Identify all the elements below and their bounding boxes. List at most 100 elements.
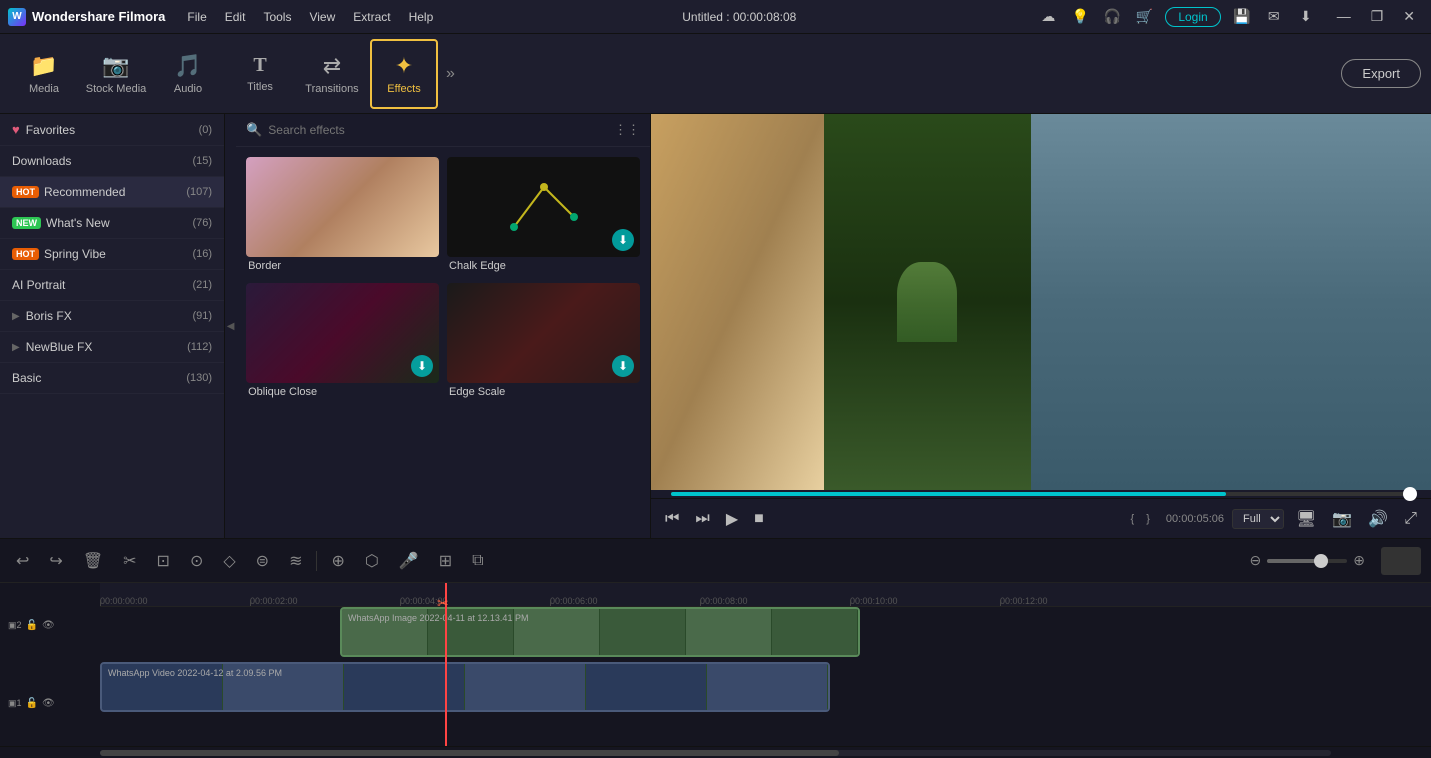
zoom-out-icon[interactable]: ⊖ <box>1250 552 1262 569</box>
mail-icon[interactable]: ✉ <box>1263 6 1285 28</box>
menu-edit[interactable]: Edit <box>217 8 254 26</box>
keyframe-button[interactable]: ◇ <box>217 549 241 573</box>
menu-help[interactable]: Help <box>401 8 442 26</box>
horizontal-scrollbar[interactable] <box>0 746 1431 758</box>
snap-button[interactable]: ⊕ <box>325 549 350 573</box>
logo-icon: W <box>8 8 26 26</box>
scroll-thumb[interactable] <box>100 750 839 756</box>
cloud-icon[interactable]: ☁ <box>1037 6 1059 28</box>
toolbar-titles[interactable]: T Titles <box>226 39 294 109</box>
menu-tools[interactable]: Tools <box>255 8 299 26</box>
save-icon[interactable]: 💾 <box>1231 6 1253 28</box>
panel-item-favorites[interactable]: ♥ Favorites (0) <box>0 114 224 146</box>
download-oblique-icon[interactable]: ⬇ <box>411 355 433 377</box>
image-track[interactable]: WhatsApp Image 2022-04-11 at 12.13.41 PM <box>340 607 860 657</box>
quality-select[interactable]: Full <box>1232 509 1284 529</box>
shield-button[interactable]: ⬡ <box>359 549 385 573</box>
menu-extract[interactable]: Extract <box>345 8 398 26</box>
menu-file[interactable]: File <box>179 8 214 26</box>
screen-icon[interactable]: 🖥 <box>1292 507 1320 531</box>
menu-view[interactable]: View <box>301 8 343 26</box>
toolbar-audio[interactable]: 🎵 Audio <box>154 39 222 109</box>
bracket-right-icon: } <box>1146 513 1150 525</box>
zoom-track[interactable] <box>1267 559 1347 563</box>
play-button[interactable]: ▶ <box>722 507 742 531</box>
pip-button[interactable]: ⧉ <box>466 550 489 572</box>
timeline: ↩ ↪ 🗑 ✂ ⊡ ⊙ ◇ ⊜ ≋ ⊕ ⬡ 🎤 ⊞ ⧉ ⊖ ⊕ ▣2 🔓 <box>0 538 1431 758</box>
toolbar: 📁 Media 📷 Stock Media 🎵 Audio T Titles ⇄… <box>0 34 1431 114</box>
download-chalk-icon[interactable]: ⬇ <box>612 229 634 251</box>
lock-icon-2[interactable]: 🔓 <box>26 620 38 631</box>
zoom-in-icon[interactable]: ⊕ <box>1353 552 1365 569</box>
hot-badge-2: HOT <box>12 248 39 260</box>
panel-item-recommended[interactable]: HOT Recommended (107) <box>0 177 224 208</box>
ruler-tick-6: 00:00:06:00 <box>550 596 598 606</box>
redo-button[interactable]: ↪ <box>43 549 68 573</box>
panel-item-newblue-fx[interactable]: ▶ NewBlue FX (112) <box>0 332 224 363</box>
camera-icon[interactable]: 📷 <box>1328 507 1356 531</box>
favorites-count: (0) <box>199 124 212 136</box>
panel-item-downloads[interactable]: Downloads (15) <box>0 146 224 177</box>
ruler-tick-10: 00:00:10:00 <box>850 596 898 606</box>
whats-new-label: What's New <box>46 216 192 230</box>
maximize-button[interactable]: ❐ <box>1363 8 1392 25</box>
panel-item-ai-portrait[interactable]: AI Portrait (21) <box>0 270 224 301</box>
minimize-button[interactable]: — <box>1329 8 1359 25</box>
export-button[interactable]: Export <box>1341 59 1421 88</box>
panel-item-basic[interactable]: Basic (130) <box>0 363 224 394</box>
preview-playhead <box>1403 487 1417 501</box>
preview-progress-bar[interactable] <box>671 492 1411 496</box>
toolbar-media[interactable]: 📁 Media <box>10 39 78 109</box>
crop-button[interactable]: ⊡ <box>151 549 176 573</box>
panel-item-spring-vibe[interactable]: HOT Spring Vibe (16) <box>0 239 224 270</box>
search-input[interactable] <box>268 123 608 137</box>
scroll-track[interactable] <box>100 750 1331 756</box>
panel-item-boris-fx[interactable]: ▶ Boris FX (91) <box>0 301 224 332</box>
timeline-view-toggle[interactable] <box>1381 547 1421 575</box>
effect-card-border[interactable]: Border <box>246 157 439 275</box>
grid-view-icon[interactable]: ⋮⋮ <box>614 122 640 138</box>
waveform-button[interactable]: ≋ <box>283 549 308 573</box>
video-track[interactable]: WhatsApp Video 2022-04-12 at 2.09.56 PM <box>100 662 830 712</box>
panel-item-whats-new[interactable]: NEW What's New (76) <box>0 208 224 239</box>
skip-back-button[interactable]: ⏮ <box>661 508 683 530</box>
stop-button[interactable]: ■ <box>750 508 768 530</box>
fullscreen-icon[interactable]: ⤢ <box>1400 508 1421 530</box>
login-button[interactable]: Login <box>1165 7 1220 27</box>
layers-button[interactable]: ⊞ <box>433 549 458 573</box>
toolbar-more-arrow[interactable]: » <box>442 65 459 83</box>
close-button[interactable]: ✕ <box>1395 8 1423 25</box>
mic-button[interactable]: 🎤 <box>393 549 425 573</box>
bulb-icon[interactable]: 💡 <box>1069 6 1091 28</box>
download-icon[interactable]: ⬇ <box>1295 6 1317 28</box>
rotate-button[interactable]: ⊙ <box>184 549 209 573</box>
download-edge-icon[interactable]: ⬇ <box>612 355 634 377</box>
preview-center-scene <box>824 114 1031 490</box>
cart-icon[interactable]: 🛒 <box>1133 6 1155 28</box>
panel-collapse-btn[interactable]: ◀ <box>225 114 236 538</box>
toolbar-effects[interactable]: ✦ Effects <box>370 39 438 109</box>
delete-button[interactable]: 🗑 <box>77 549 109 573</box>
track-2-number: ▣2 <box>8 620 22 631</box>
playhead[interactable]: ✂ <box>445 583 447 746</box>
zoom-slider: ⊖ ⊕ <box>1250 552 1365 569</box>
lock-icon-1[interactable]: 🔓 <box>26 698 38 709</box>
step-back-button[interactable]: ⏭ <box>691 508 713 530</box>
toolbar-transitions[interactable]: ⇄ Transitions <box>298 39 366 109</box>
effect-card-chalk-edge[interactable]: ⬇ Chalk Edge <box>447 157 640 275</box>
eye-icon-1[interactable]: 👁 <box>42 698 55 709</box>
headphone-icon[interactable]: 🎧 <box>1101 6 1123 28</box>
menu-bar: File Edit Tools View Extract Help <box>179 8 441 26</box>
volume-icon[interactable]: 🔊 <box>1364 507 1392 531</box>
preview-right-scene <box>1031 114 1431 490</box>
audio-mix-button[interactable]: ⊜ <box>250 549 275 573</box>
ruler-tick-2: 00:00:02:00 <box>250 596 298 606</box>
eye-icon-2[interactable]: 👁 <box>42 620 55 631</box>
effect-card-edge-scale[interactable]: ⬇ Edge Scale <box>447 283 640 401</box>
cut-button[interactable]: ✂ <box>117 549 142 573</box>
effect-card-oblique[interactable]: ⬇ Oblique Close <box>246 283 439 401</box>
track-label-2: ▣2 🔓 👁 <box>0 600 100 652</box>
preview-panel: ⏮ ⏭ ▶ ■ { } 00:00:05:06 Full 🖥 📷 🔊 ⤢ <box>651 114 1431 538</box>
undo-button[interactable]: ↩ <box>10 549 35 573</box>
toolbar-stock-media[interactable]: 📷 Stock Media <box>82 39 150 109</box>
